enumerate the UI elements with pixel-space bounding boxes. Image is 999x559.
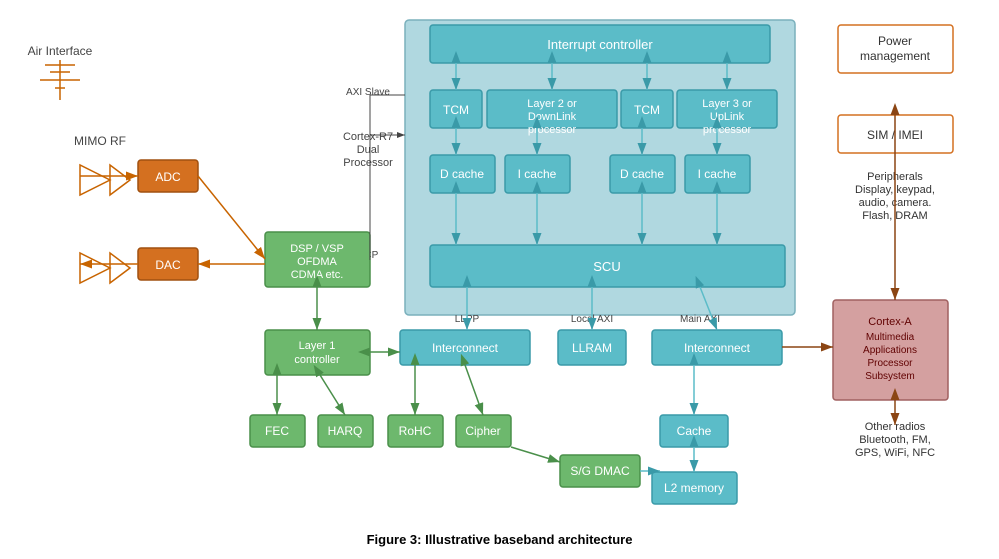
svg-text:Bluetooth, FM,: Bluetooth, FM,: [859, 434, 931, 446]
svg-text:HARQ: HARQ: [328, 424, 363, 438]
svg-text:Layer 1: Layer 1: [299, 340, 336, 352]
svg-text:Air Interface: Air Interface: [28, 44, 93, 58]
svg-text:D cache: D cache: [620, 167, 664, 181]
svg-text:Cache: Cache: [677, 424, 712, 438]
svg-text:I cache: I cache: [518, 167, 557, 181]
svg-text:SCU: SCU: [593, 259, 620, 274]
svg-text:TCM: TCM: [634, 103, 660, 117]
svg-text:OFDMA: OFDMA: [297, 256, 337, 268]
svg-text:L2 memory: L2 memory: [664, 481, 724, 495]
figure-caption: Figure 3: Illustrative baseband architec…: [367, 532, 633, 547]
svg-text:processor: processor: [703, 124, 752, 136]
svg-text:LLRAM: LLRAM: [572, 341, 612, 355]
svg-text:GPS, WiFi, NFC: GPS, WiFi, NFC: [855, 447, 935, 459]
svg-text:Cortex-R7: Cortex-R7: [343, 131, 393, 143]
svg-text:management: management: [860, 49, 931, 63]
svg-text:Cipher: Cipher: [465, 424, 500, 438]
svg-text:AXI Slave: AXI Slave: [346, 87, 390, 98]
svg-text:ADC: ADC: [155, 170, 181, 184]
svg-text:Processor: Processor: [867, 358, 913, 369]
svg-text:I cache: I cache: [698, 167, 737, 181]
svg-text:Interconnect: Interconnect: [432, 341, 499, 355]
svg-text:Dual: Dual: [357, 144, 380, 156]
svg-text:Interrupt controller: Interrupt controller: [547, 37, 653, 52]
svg-text:MIMO RF: MIMO RF: [74, 134, 126, 148]
svg-text:CDMA etc.: CDMA etc.: [291, 269, 344, 281]
svg-text:Applications: Applications: [863, 345, 917, 356]
svg-text:D cache: D cache: [440, 167, 484, 181]
svg-text:Multimedia: Multimedia: [866, 332, 915, 343]
architecture-diagram: Interrupt controller TCM Layer 2 or Down…: [0, 0, 999, 559]
svg-text:Processor: Processor: [343, 157, 393, 169]
svg-text:DAC: DAC: [155, 258, 181, 272]
svg-text:Layer 3 or: Layer 3 or: [702, 98, 752, 110]
svg-text:FEC: FEC: [265, 424, 289, 438]
svg-text:Power: Power: [878, 34, 912, 48]
svg-text:Subsystem: Subsystem: [865, 371, 914, 382]
svg-text:Cortex-A: Cortex-A: [868, 316, 912, 328]
svg-text:processor: processor: [528, 124, 577, 136]
svg-text:TCM: TCM: [443, 103, 469, 117]
svg-text:controller: controller: [294, 354, 340, 366]
svg-text:Layer 2 or: Layer 2 or: [527, 98, 577, 110]
svg-text:Interconnect: Interconnect: [684, 341, 751, 355]
svg-text:DSP / VSP: DSP / VSP: [290, 243, 344, 255]
diagram-container: Interrupt controller TCM Layer 2 or Down…: [0, 0, 999, 559]
svg-text:RoHC: RoHC: [399, 424, 432, 438]
svg-text:UpLink: UpLink: [710, 111, 745, 123]
svg-text:DownLink: DownLink: [528, 111, 577, 123]
svg-text:S/G DMAC: S/G DMAC: [570, 464, 630, 478]
